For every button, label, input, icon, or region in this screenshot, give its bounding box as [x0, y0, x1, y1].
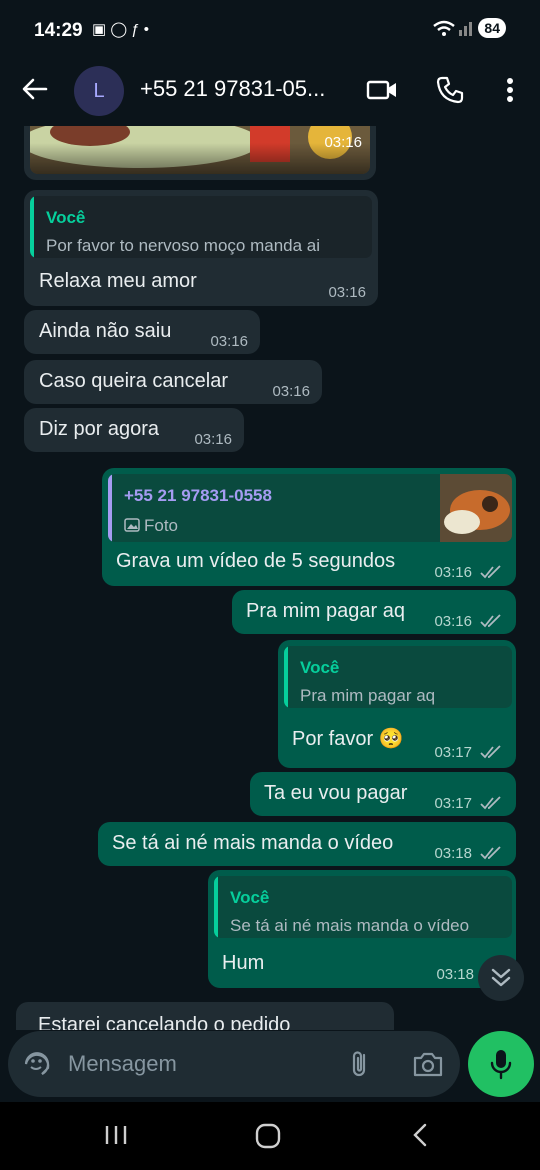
message-time: 03:18 — [434, 845, 472, 862]
double-chevron-down-icon — [491, 968, 511, 987]
message-time: 03:16 — [324, 134, 362, 151]
message-time: 03:17 — [434, 795, 472, 812]
message-text: Pra mim pagar aq — [246, 600, 405, 622]
message-bubble[interactable]: Estarei cancelando o pedido — [16, 1002, 394, 1030]
more-vert-icon[interactable] — [494, 74, 526, 106]
quoted-message[interactable]: Você Por favor to nervoso moço manda ai — [30, 196, 372, 258]
quote-text: Se tá ai né mais manda o vídeo — [230, 916, 470, 935]
message-text: Relaxa meu amor — [39, 270, 197, 292]
message-bubble[interactable]: Diz por agora 03:16 — [24, 408, 244, 452]
message-time: 03:16 — [434, 613, 472, 630]
quoted-message[interactable]: Você Pra mim pagar aq — [284, 646, 512, 708]
message-bubble-outgoing[interactable]: Você Se tá ai né mais manda o vídeo Hum … — [208, 870, 516, 988]
message-time: 03:16 — [194, 431, 232, 448]
contact-name[interactable]: +55 21 97831-05... — [140, 76, 325, 102]
message-bubble[interactable]: Você Por favor to nervoso moço manda ai … — [24, 190, 378, 306]
message-text: Ainda não saiu — [39, 320, 172, 342]
message-text: Por favor 🥺 — [292, 728, 404, 750]
wifi-signal-icon — [433, 20, 473, 36]
message-bubble[interactable]: Ainda não saiu 03:16 — [24, 310, 260, 354]
battery-badge: 84 — [478, 18, 506, 38]
nav-back-icon[interactable] — [408, 1122, 432, 1148]
quote-author: Você — [300, 658, 340, 677]
message-text: Se tá ai né mais manda o vídeo — [112, 832, 394, 854]
status-bar: 14:29 ▣ ◯ ƒ • 84 — [0, 0, 540, 60]
recent-apps-icon[interactable] — [104, 1124, 128, 1146]
status-right: 84 — [432, 18, 506, 38]
message-text: Hum — [222, 952, 265, 974]
chat-header: L +55 21 97831-05... — [0, 60, 540, 126]
quoted-message[interactable]: Você Se tá ai né mais manda o vídeo — [214, 876, 512, 938]
voice-message-button[interactable] — [468, 1031, 534, 1097]
message-text: Grava um vídeo de 5 segundos — [116, 550, 396, 572]
message-time: 03:16 — [328, 284, 366, 301]
notification-icons: ▣ ◯ ƒ • — [92, 21, 150, 38]
message-text: Diz por agora — [39, 418, 160, 440]
microphone-icon — [490, 1050, 512, 1080]
message-text: Ta eu vou pagar — [264, 782, 408, 804]
quoted-message[interactable]: +55 21 97831-0558 Foto — [108, 474, 512, 542]
message-bubble-outgoing[interactable]: Pra mim pagar aq 03:16 — [232, 590, 516, 634]
quote-bar — [30, 196, 34, 258]
read-ticks-icon — [480, 796, 501, 810]
read-ticks-icon — [480, 846, 501, 860]
read-ticks-icon — [480, 614, 501, 628]
quote-text: Pra mim pagar aq — [300, 686, 436, 705]
quote-author: +55 21 97831-0558 — [124, 486, 272, 505]
phone-icon[interactable] — [434, 74, 466, 106]
quote-author: Você — [46, 208, 86, 227]
message-bubble-outgoing[interactable]: +55 21 97831-0558 Foto Grava um vídeo de… — [102, 468, 516, 586]
attach-paperclip-icon[interactable] — [346, 1049, 374, 1079]
photo-icon — [124, 518, 140, 532]
avatar[interactable]: L — [74, 66, 124, 116]
message-bubble-outgoing[interactable]: Ta eu vou pagar 03:17 — [250, 772, 516, 816]
read-ticks-icon — [480, 565, 501, 579]
sticker-emoji-icon[interactable] — [22, 1049, 52, 1079]
avatar-letter: L — [93, 79, 105, 102]
quote-bar — [108, 474, 112, 542]
home-icon[interactable] — [255, 1123, 281, 1149]
message-composer[interactable]: Mensagem — [8, 1031, 460, 1097]
back-arrow-icon[interactable] — [20, 74, 50, 104]
quote-bar — [284, 646, 288, 708]
camera-icon[interactable] — [412, 1049, 444, 1079]
message-bubble-outgoing[interactable]: Você Pra mim pagar aq Por favor 🥺 03:17 — [278, 640, 516, 768]
message-input[interactable]: Mensagem — [68, 1051, 177, 1077]
video-call-icon[interactable] — [366, 74, 398, 106]
message-text: Estarei cancelando o pedido — [38, 1014, 291, 1030]
message-text: Caso queira cancelar — [39, 370, 228, 392]
message-bubble-image[interactable]: 03:16 — [24, 126, 376, 180]
message-time: 03:16 — [272, 383, 310, 400]
food-photo-image[interactable] — [30, 126, 370, 174]
message-bubble[interactable]: Caso queira cancelar 03:16 — [24, 360, 322, 404]
status-time: 14:29 — [34, 20, 83, 41]
message-time: 03:17 — [434, 744, 472, 761]
quote-text: Por favor to nervoso moço manda ai — [46, 236, 321, 255]
message-time: 03:18 — [436, 966, 474, 983]
quote-thumbnail-image — [440, 474, 512, 542]
read-ticks-icon — [480, 745, 501, 759]
scroll-to-bottom-button[interactable] — [478, 955, 524, 1001]
chat-area[interactable]: 03:16 Você Por favor to nervoso moço man… — [0, 126, 540, 1030]
message-time: 03:16 — [210, 333, 248, 350]
message-time: 03:16 — [434, 564, 472, 581]
system-navigation-bar — [0, 1102, 540, 1170]
message-bubble-outgoing[interactable]: Se tá ai né mais manda o vídeo 03:18 — [98, 822, 516, 866]
quote-bar — [214, 876, 218, 938]
quote-text: Foto — [144, 516, 179, 535]
quote-author: Você — [230, 888, 270, 907]
